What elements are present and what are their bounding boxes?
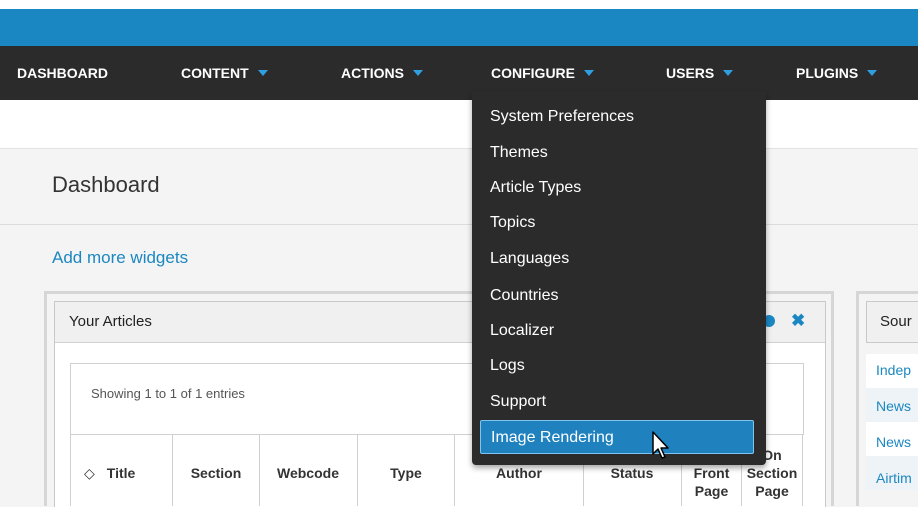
col-author-header[interactable]: Author <box>458 464 580 482</box>
main-nav: DASHBOARD CONTENT ACTIONS CONFIGURE USER… <box>0 46 918 100</box>
configure-dropdown-menu: System Preferences Themes Article Types … <box>472 92 766 465</box>
menu-item-topics[interactable]: Topics <box>490 214 535 232</box>
sources-widget-header: Sour <box>866 301 918 343</box>
column-divider <box>259 434 260 506</box>
col-author-label: Author <box>496 465 542 481</box>
caret-down-icon <box>723 70 734 77</box>
page-title: Dashboard <box>52 172 160 197</box>
menu-item-themes[interactable]: Themes <box>490 144 548 162</box>
articles-widget-title: Your Articles <box>69 313 152 330</box>
col-title-header[interactable]: ◇ Title <box>84 464 164 482</box>
nav-dashboard-label: DASHBOARD <box>17 65 108 81</box>
caret-down-icon <box>257 70 268 77</box>
nav-configure-label: CONFIGURE <box>491 65 575 81</box>
col-section-header[interactable]: Section <box>176 464 256 482</box>
col-status-label: Status <box>610 465 654 481</box>
menu-item-languages[interactable]: Languages <box>490 250 569 268</box>
col-type-label: Type <box>390 465 422 481</box>
menu-item-image-rendering[interactable]: Image Rendering <box>480 420 754 454</box>
source-link[interactable]: Indep <box>876 362 911 378</box>
menu-item-article-types[interactable]: Article Types <box>490 179 581 197</box>
menu-item-support[interactable]: Support <box>490 393 546 411</box>
sources-widget-title: Sour <box>880 313 912 330</box>
nav-actions-label: ACTIONS <box>341 65 404 81</box>
source-link[interactable]: News <box>876 398 911 414</box>
col-frontpage-header[interactable]: Front Page <box>684 464 739 500</box>
col-frontpage-label: Front Page <box>693 465 730 499</box>
table-border <box>70 434 71 506</box>
column-divider <box>172 434 173 506</box>
nav-actions[interactable]: ACTIONS <box>341 46 423 100</box>
col-type-header[interactable]: Type <box>360 464 452 482</box>
table-border <box>802 434 803 506</box>
col-webcode-header[interactable]: Webcode <box>262 464 354 482</box>
col-webcode-label: Webcode <box>277 465 339 481</box>
caret-down-icon <box>867 70 878 77</box>
source-link[interactable]: Airtim <box>876 470 912 486</box>
column-divider <box>454 434 455 506</box>
table-info-text: Showing 1 to 1 of 1 entries <box>91 386 245 401</box>
sort-icon: ◇ <box>84 465 95 481</box>
col-section-label: Section <box>190 465 242 481</box>
close-icon[interactable]: ✖ <box>791 311 805 331</box>
nav-dashboard[interactable]: DASHBOARD <box>17 46 108 100</box>
col-title-label: Title <box>106 465 136 481</box>
col-status-header[interactable]: Status <box>586 464 678 482</box>
menu-item-countries[interactable]: Countries <box>490 287 558 305</box>
caret-down-icon <box>584 70 594 77</box>
mouse-pointer-icon <box>652 431 669 459</box>
top-brand-bar <box>0 0 918 46</box>
caret-down-icon <box>413 70 423 77</box>
nav-plugins-label: PLUGINS <box>796 65 859 81</box>
nav-users-label: USERS <box>666 65 715 81</box>
sub-toolbar <box>0 100 918 149</box>
menu-item-logs[interactable]: Logs <box>490 357 525 375</box>
source-link[interactable]: News <box>876 434 911 450</box>
add-widgets-link[interactable]: Add more widgets <box>52 248 188 268</box>
nav-content-label: CONTENT <box>181 65 249 81</box>
menu-item-system-preferences[interactable]: System Preferences <box>490 108 634 126</box>
nav-content[interactable]: CONTENT <box>181 46 268 100</box>
column-divider <box>357 434 358 506</box>
nav-plugins[interactable]: PLUGINS <box>796 46 878 100</box>
menu-item-localizer[interactable]: Localizer <box>490 322 554 340</box>
